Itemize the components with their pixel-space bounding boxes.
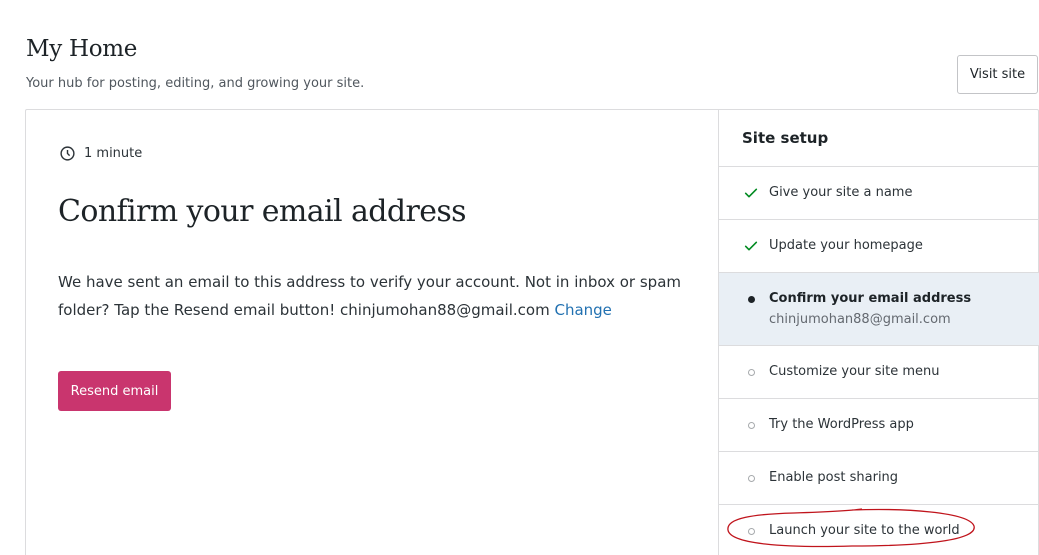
site-setup-heading: Site setup bbox=[719, 110, 1039, 167]
visit-site-button[interactable]: Visit site bbox=[957, 55, 1038, 94]
setup-item-label: Try the WordPress app bbox=[769, 417, 914, 432]
setup-item[interactable]: Give your site a name bbox=[719, 167, 1039, 220]
setup-item-label: Update your homepage bbox=[769, 238, 923, 253]
task-panel: 1 minute Confirm your email address We h… bbox=[26, 110, 718, 555]
setup-item-label: Enable post sharing bbox=[769, 470, 899, 485]
setup-item-label: Customize your site menu bbox=[769, 364, 940, 379]
setup-task-list: Give your site a name Update your homepag… bbox=[719, 167, 1039, 555]
check-icon bbox=[742, 184, 760, 202]
page-subtitle: Your hub for posting, editing, and growi… bbox=[26, 76, 365, 91]
task-description: We have sent an email to this address to… bbox=[58, 268, 688, 324]
circle-icon bbox=[742, 522, 760, 540]
time-estimate: 1 minute bbox=[59, 145, 142, 162]
time-estimate-label: 1 minute bbox=[84, 146, 143, 161]
resend-email-button[interactable]: Resend email bbox=[58, 371, 171, 411]
setup-item-label: Launch your site to the world bbox=[769, 523, 960, 538]
site-setup-checklist: Site setup Give your site a name Update y… bbox=[718, 110, 1039, 555]
page-title: My Home bbox=[26, 36, 138, 62]
setup-item[interactable]: Confirm your email address chinjumohan88@… bbox=[719, 273, 1039, 346]
my-home-page: My Home Your hub for posting, editing, a… bbox=[0, 0, 1039, 555]
setup-item[interactable]: Customize your site menu bbox=[719, 346, 1039, 399]
setup-item[interactable]: Try the WordPress app bbox=[719, 399, 1039, 452]
dot-icon bbox=[742, 290, 760, 308]
site-setup-card: 1 minute Confirm your email address We h… bbox=[25, 109, 1039, 555]
setup-item-label: Give your site a name bbox=[769, 185, 913, 200]
task-title: Confirm your email address bbox=[58, 194, 467, 229]
clock-icon bbox=[59, 145, 76, 162]
setup-item-email: chinjumohan88@gmail.com bbox=[769, 312, 951, 327]
circle-icon bbox=[742, 416, 760, 434]
change-email-link[interactable]: Change bbox=[554, 301, 611, 319]
check-icon bbox=[742, 237, 760, 255]
circle-icon bbox=[742, 363, 760, 381]
setup-item-label: Confirm your email address bbox=[769, 291, 972, 306]
circle-icon bbox=[742, 469, 760, 487]
setup-item[interactable]: Enable post sharing bbox=[719, 452, 1039, 505]
setup-item[interactable]: Update your homepage bbox=[719, 220, 1039, 273]
setup-item[interactable]: Launch your site to the world bbox=[719, 505, 1039, 555]
